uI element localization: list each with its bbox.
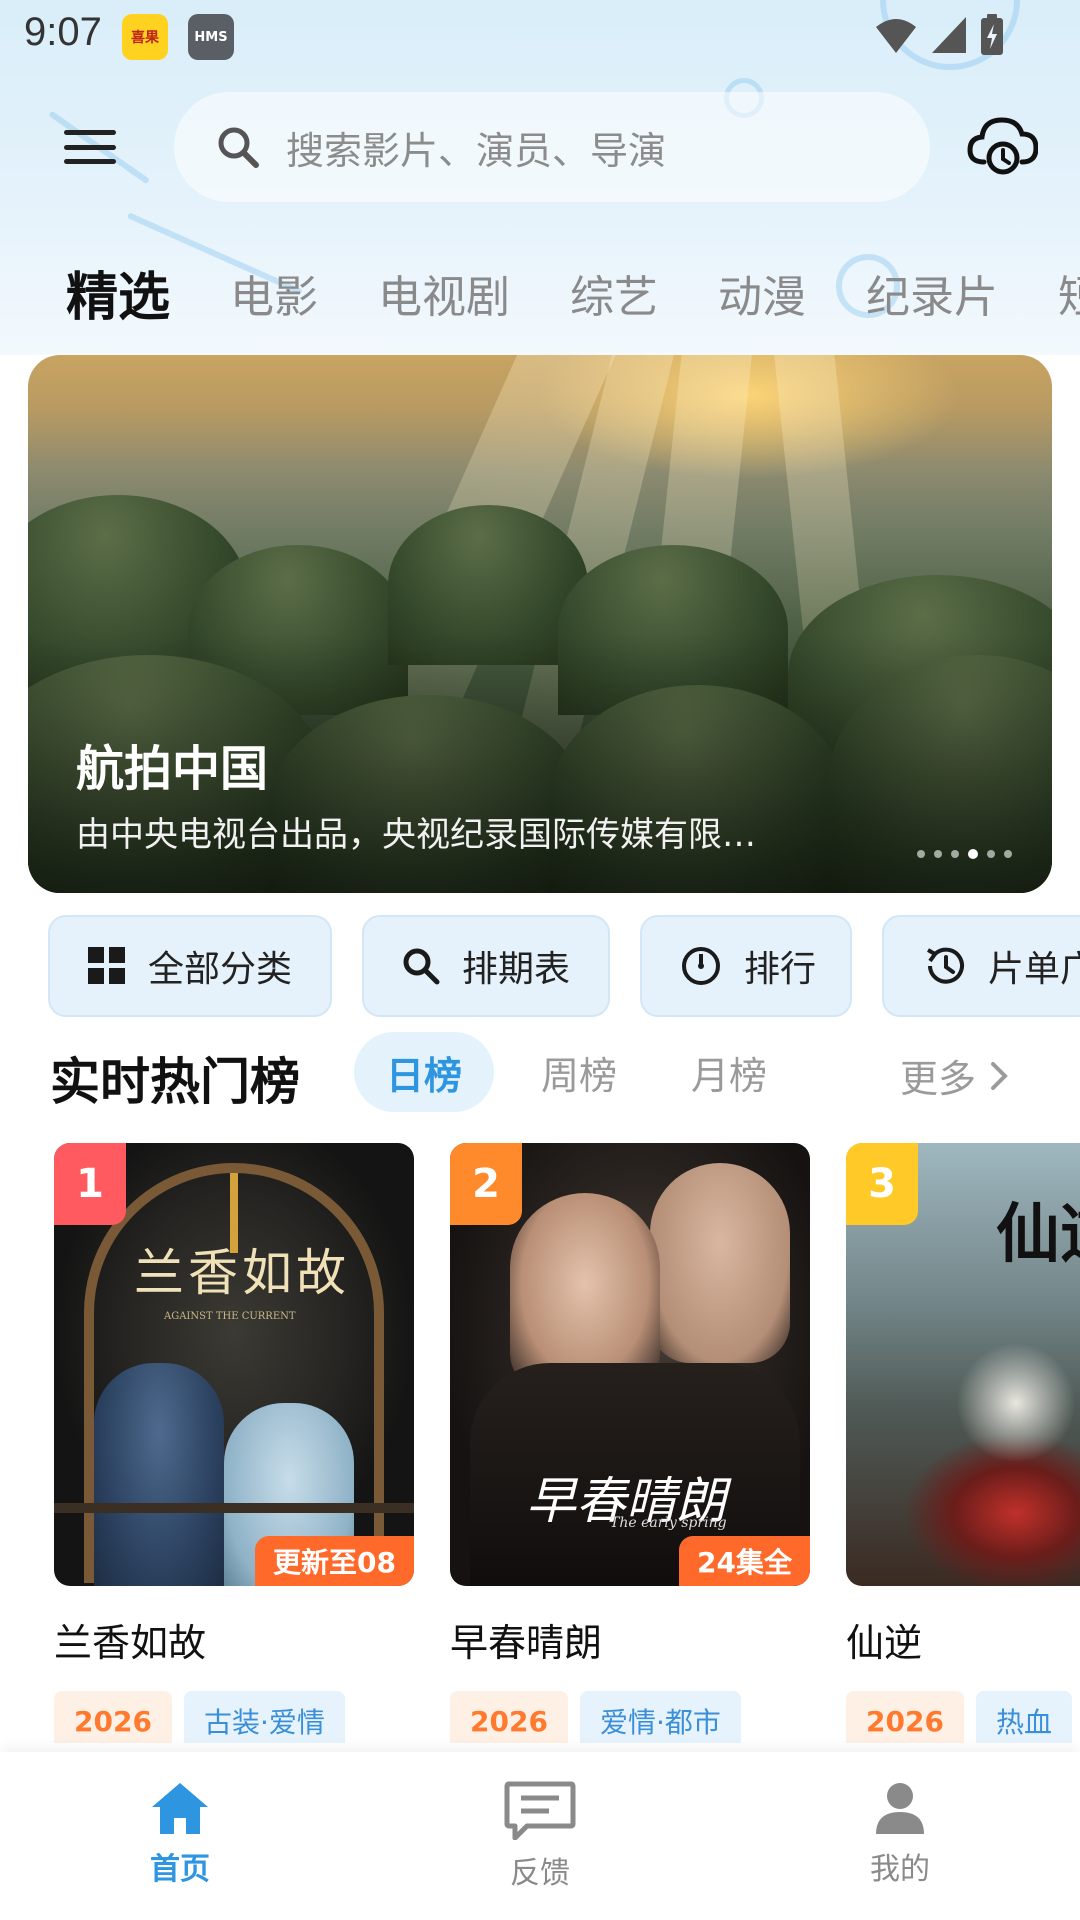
history-icon bbox=[922, 945, 966, 987]
tab-weekly[interactable]: 周榜 bbox=[504, 1032, 654, 1112]
tab-tv-series[interactable]: 电视剧 bbox=[378, 268, 510, 328]
all-categories-label: 全部分类 bbox=[148, 949, 293, 990]
figure-man bbox=[650, 1163, 790, 1363]
all-categories-button[interactable]: 全部分类 bbox=[48, 915, 332, 1017]
banner-description: 由中央电视台出品，央视纪录国际传媒有限… bbox=[76, 815, 756, 855]
poster-title-art: 仙逆 bbox=[996, 1197, 1080, 1272]
bottom-navigation: 首页 反馈 我的 bbox=[0, 1752, 1080, 1920]
card-tags: 2026 爱情·都市 bbox=[450, 1691, 810, 1743]
rank-badge: 1 bbox=[54, 1143, 126, 1225]
year-tag: 2026 bbox=[54, 1691, 172, 1743]
card-title: 兰香如故 bbox=[54, 1621, 207, 1665]
card-title: 早春晴朗 bbox=[450, 1621, 603, 1665]
glow-decor bbox=[956, 1343, 1076, 1463]
nav-feedback-label: 反馈 bbox=[510, 1856, 570, 1891]
tab-movies[interactable]: 电影 bbox=[230, 268, 318, 328]
user-icon bbox=[876, 1783, 924, 1834]
menu-button[interactable] bbox=[60, 122, 120, 172]
genre-tag: 古装·爱情 bbox=[183, 1691, 345, 1743]
ranking-button[interactable]: 排行 bbox=[640, 915, 852, 1017]
nav-profile-label: 我的 bbox=[870, 1852, 930, 1887]
schedule-button[interactable]: 排期表 bbox=[362, 915, 610, 1017]
hot-list: 兰香如故 AGAINST THE CURRENT 1 更新至08 兰香如故 20… bbox=[54, 1143, 1080, 1743]
featured-banner[interactable]: 航拍中国 由中央电视台出品，央视纪录国际传媒有限… bbox=[28, 355, 1052, 893]
grid-icon bbox=[88, 947, 126, 985]
playlist-button[interactable]: 片单广 bbox=[882, 915, 1080, 1017]
menu-icon-bar bbox=[64, 159, 116, 164]
tab-short[interactable]: 短 bbox=[1058, 268, 1080, 328]
quick-actions: 全部分类 排期表 排行 片单广 bbox=[48, 915, 1080, 1017]
drama-card[interactable]: 早春晴朗 The early spring 2 24集全 早春晴朗 2026 爱… bbox=[450, 1143, 810, 1743]
nav-home[interactable]: 首页 bbox=[0, 1752, 360, 1920]
rank-badge: 2 bbox=[450, 1143, 522, 1225]
card-tags: 2026 热血 bbox=[846, 1691, 1080, 1743]
pagination-dot[interactable] bbox=[917, 850, 925, 858]
poster-title-art: 兰香如故 bbox=[134, 1244, 350, 1302]
card-tags: 2026 古装·爱情 bbox=[54, 1691, 414, 1743]
figure-man bbox=[94, 1363, 224, 1586]
drama-card[interactable]: 兰香如故 AGAINST THE CURRENT 1 更新至08 兰香如故 20… bbox=[54, 1143, 414, 1743]
chat-icon bbox=[504, 1781, 576, 1840]
nav-profile[interactable]: 我的 bbox=[720, 1752, 1080, 1920]
poster-image[interactable]: 早春晴朗 The early spring 2 24集全 bbox=[450, 1143, 810, 1586]
year-tag: 2026 bbox=[450, 1691, 568, 1743]
drama-card[interactable]: 仙逆 3 更新 仙逆 2026 热血 bbox=[846, 1143, 1080, 1743]
more-link[interactable]: 更多 bbox=[900, 1048, 1008, 1103]
status-time: 9:07 bbox=[24, 10, 102, 54]
search-icon bbox=[218, 127, 259, 168]
category-tabs: 精选 电影 电视剧 综艺 动漫 纪录片 短 bbox=[66, 258, 1080, 328]
card-title: 仙逆 bbox=[846, 1621, 923, 1665]
poster-image[interactable]: 仙逆 3 更新 bbox=[846, 1143, 1080, 1586]
nav-feedback[interactable]: 反馈 bbox=[360, 1752, 720, 1920]
tab-variety[interactable]: 综艺 bbox=[570, 268, 658, 328]
episode-badge: 24集全 bbox=[679, 1536, 810, 1586]
wifi-icon bbox=[876, 19, 916, 53]
clock-icon bbox=[680, 945, 722, 987]
pagination-dot-active[interactable] bbox=[968, 849, 978, 859]
rank-tabs: 日榜 周榜 月榜 bbox=[354, 1032, 804, 1112]
playlist-label: 片单广 bbox=[988, 949, 1080, 990]
hot-section-title: 实时热门榜 bbox=[50, 1053, 300, 1111]
year-tag: 2026 bbox=[846, 1691, 964, 1743]
hms-app-icon: HMS bbox=[188, 14, 234, 60]
schedule-label: 排期表 bbox=[462, 949, 571, 990]
tab-featured[interactable]: 精选 bbox=[66, 268, 170, 328]
banner-pagination bbox=[917, 849, 1012, 859]
ranking-label: 排行 bbox=[744, 949, 817, 990]
episode-badge: 更新至08 bbox=[255, 1536, 414, 1586]
search-placeholder: 搜索影片、演员、导演 bbox=[286, 128, 667, 173]
xiguo-app-icon: 喜果 bbox=[122, 14, 168, 60]
battery-icon bbox=[981, 14, 1003, 55]
menu-icon-bar bbox=[64, 144, 116, 150]
menu-icon-bar bbox=[64, 130, 116, 135]
poster-subtitle-art: The early spring bbox=[610, 1515, 727, 1531]
more-label: 更多 bbox=[900, 1057, 977, 1101]
search-input[interactable]: 搜索影片、演员、导演 bbox=[174, 92, 930, 202]
poster-image[interactable]: 兰香如故 AGAINST THE CURRENT 1 更新至08 bbox=[54, 1143, 414, 1586]
pagination-dot[interactable] bbox=[1004, 850, 1012, 858]
pagination-dot[interactable] bbox=[951, 850, 959, 858]
tab-daily[interactable]: 日榜 bbox=[354, 1032, 494, 1112]
cloud-icon[interactable] bbox=[966, 112, 1038, 178]
railing-decor bbox=[54, 1503, 414, 1513]
genre-tag: 爱情·都市 bbox=[579, 1691, 741, 1743]
genre-tag: 热血 bbox=[975, 1691, 1072, 1743]
banner-title: 航拍中国 bbox=[76, 741, 269, 797]
tab-documentary[interactable]: 纪录片 bbox=[866, 268, 998, 328]
nav-home-label: 首页 bbox=[150, 1852, 210, 1887]
rank-badge: 3 bbox=[846, 1143, 918, 1225]
pagination-dot[interactable] bbox=[987, 850, 995, 858]
pagination-dot[interactable] bbox=[934, 850, 942, 858]
chevron-right-icon bbox=[991, 1061, 1008, 1090]
system-icons bbox=[874, 14, 1004, 56]
status-bar: 9:07 喜果 HMS bbox=[0, 0, 1080, 72]
signal-icon bbox=[932, 17, 966, 53]
poster-subtitle-art: AGAINST THE CURRENT bbox=[164, 1311, 296, 1322]
tab-anime[interactable]: 动漫 bbox=[718, 268, 806, 328]
tab-monthly[interactable]: 月榜 bbox=[654, 1032, 804, 1112]
search-icon bbox=[402, 947, 440, 985]
home-icon bbox=[152, 1783, 208, 1834]
